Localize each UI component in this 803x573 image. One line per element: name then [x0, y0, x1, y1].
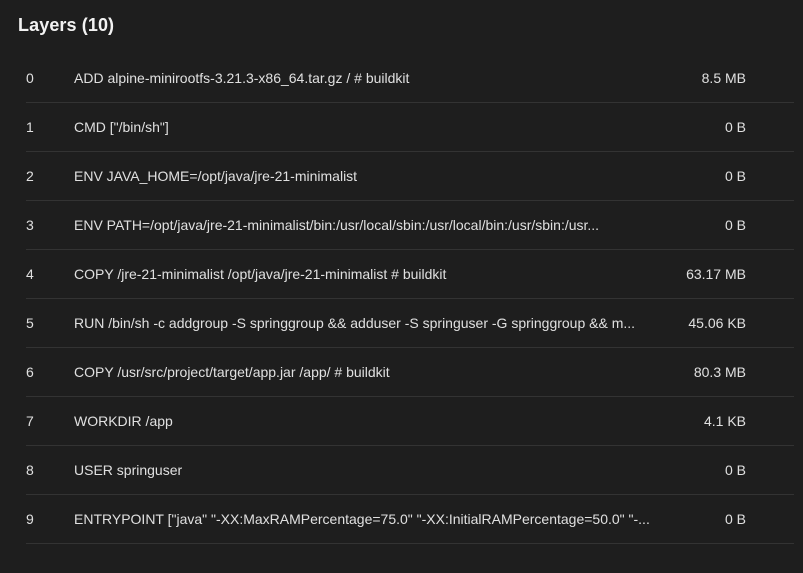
layer-row-6[interactable]: 6 COPY /usr/src/project/target/app.jar /… — [26, 348, 794, 397]
layer-command: COPY /usr/src/project/target/app.jar /ap… — [74, 364, 390, 380]
layer-size: 0 B — [724, 511, 746, 527]
layer-index: 3 — [26, 217, 34, 233]
layer-row-8[interactable]: 8 USER springuser 0 B — [26, 446, 794, 495]
layer-index: 2 — [26, 168, 34, 184]
layer-row-7[interactable]: 7 WORKDIR /app 4.1 KB — [26, 397, 794, 446]
layer-row-5[interactable]: 5 RUN /bin/sh -c addgroup -S springgroup… — [26, 299, 794, 348]
layer-size: 0 B — [724, 217, 746, 233]
layer-command: ENV PATH=/opt/java/jre-21-minimalist/bin… — [74, 217, 600, 233]
layer-size: 80.3 MB — [693, 364, 746, 380]
layer-index: 1 — [26, 119, 34, 135]
layer-size: 0 B — [724, 119, 746, 135]
layer-row-4[interactable]: 4 COPY /jre-21-minimalist /opt/java/jre-… — [26, 250, 794, 299]
layer-command: ENTRYPOINT ["java" "-XX:MaxRAMPercentage… — [74, 511, 650, 527]
layer-size: 4.1 KB — [703, 413, 746, 429]
layer-command: ENV JAVA_HOME=/opt/java/jre-21-minimalis… — [74, 168, 358, 184]
layer-index: 7 — [26, 413, 34, 429]
layers-panel: Layers (10) 0 ADD alpine-minirootfs-3.21… — [0, 0, 803, 573]
layer-index: 4 — [26, 266, 34, 282]
layer-size: 0 B — [724, 168, 746, 184]
layer-command: USER springuser — [74, 462, 183, 478]
layer-command: ADD alpine-minirootfs-3.21.3-x86_64.tar.… — [74, 70, 410, 86]
layer-size: 0 B — [724, 462, 746, 478]
layer-size: 45.06 KB — [688, 315, 746, 331]
layer-row-0[interactable]: 0 ADD alpine-minirootfs-3.21.3-x86_64.ta… — [26, 54, 794, 103]
layer-index: 6 — [26, 364, 34, 380]
layer-command: RUN /bin/sh -c addgroup -S springgroup &… — [74, 315, 636, 331]
layer-row-9[interactable]: 9 ENTRYPOINT ["java" "-XX:MaxRAMPercenta… — [26, 495, 794, 544]
layer-command: CMD ["/bin/sh"] — [74, 119, 169, 135]
layer-row-3[interactable]: 3 ENV PATH=/opt/java/jre-21-minimalist/b… — [26, 201, 794, 250]
layer-row-1[interactable]: 1 CMD ["/bin/sh"] 0 B — [26, 103, 794, 152]
layer-command: WORKDIR /app — [74, 413, 173, 429]
layer-size: 63.17 MB — [686, 266, 746, 282]
panel-title: Layers (10) — [18, 15, 115, 35]
layer-size: 8.5 MB — [701, 70, 746, 86]
layer-index: 0 — [26, 70, 34, 86]
layer-row-2[interactable]: 2 ENV JAVA_HOME=/opt/java/jre-21-minimal… — [26, 152, 794, 201]
layer-index: 5 — [26, 315, 34, 331]
layer-index: 9 — [26, 511, 34, 527]
layers-list: 0 ADD alpine-minirootfs-3.21.3-x86_64.ta… — [26, 54, 794, 544]
layer-index: 8 — [26, 462, 34, 478]
layer-command: COPY /jre-21-minimalist /opt/java/jre-21… — [74, 266, 447, 282]
